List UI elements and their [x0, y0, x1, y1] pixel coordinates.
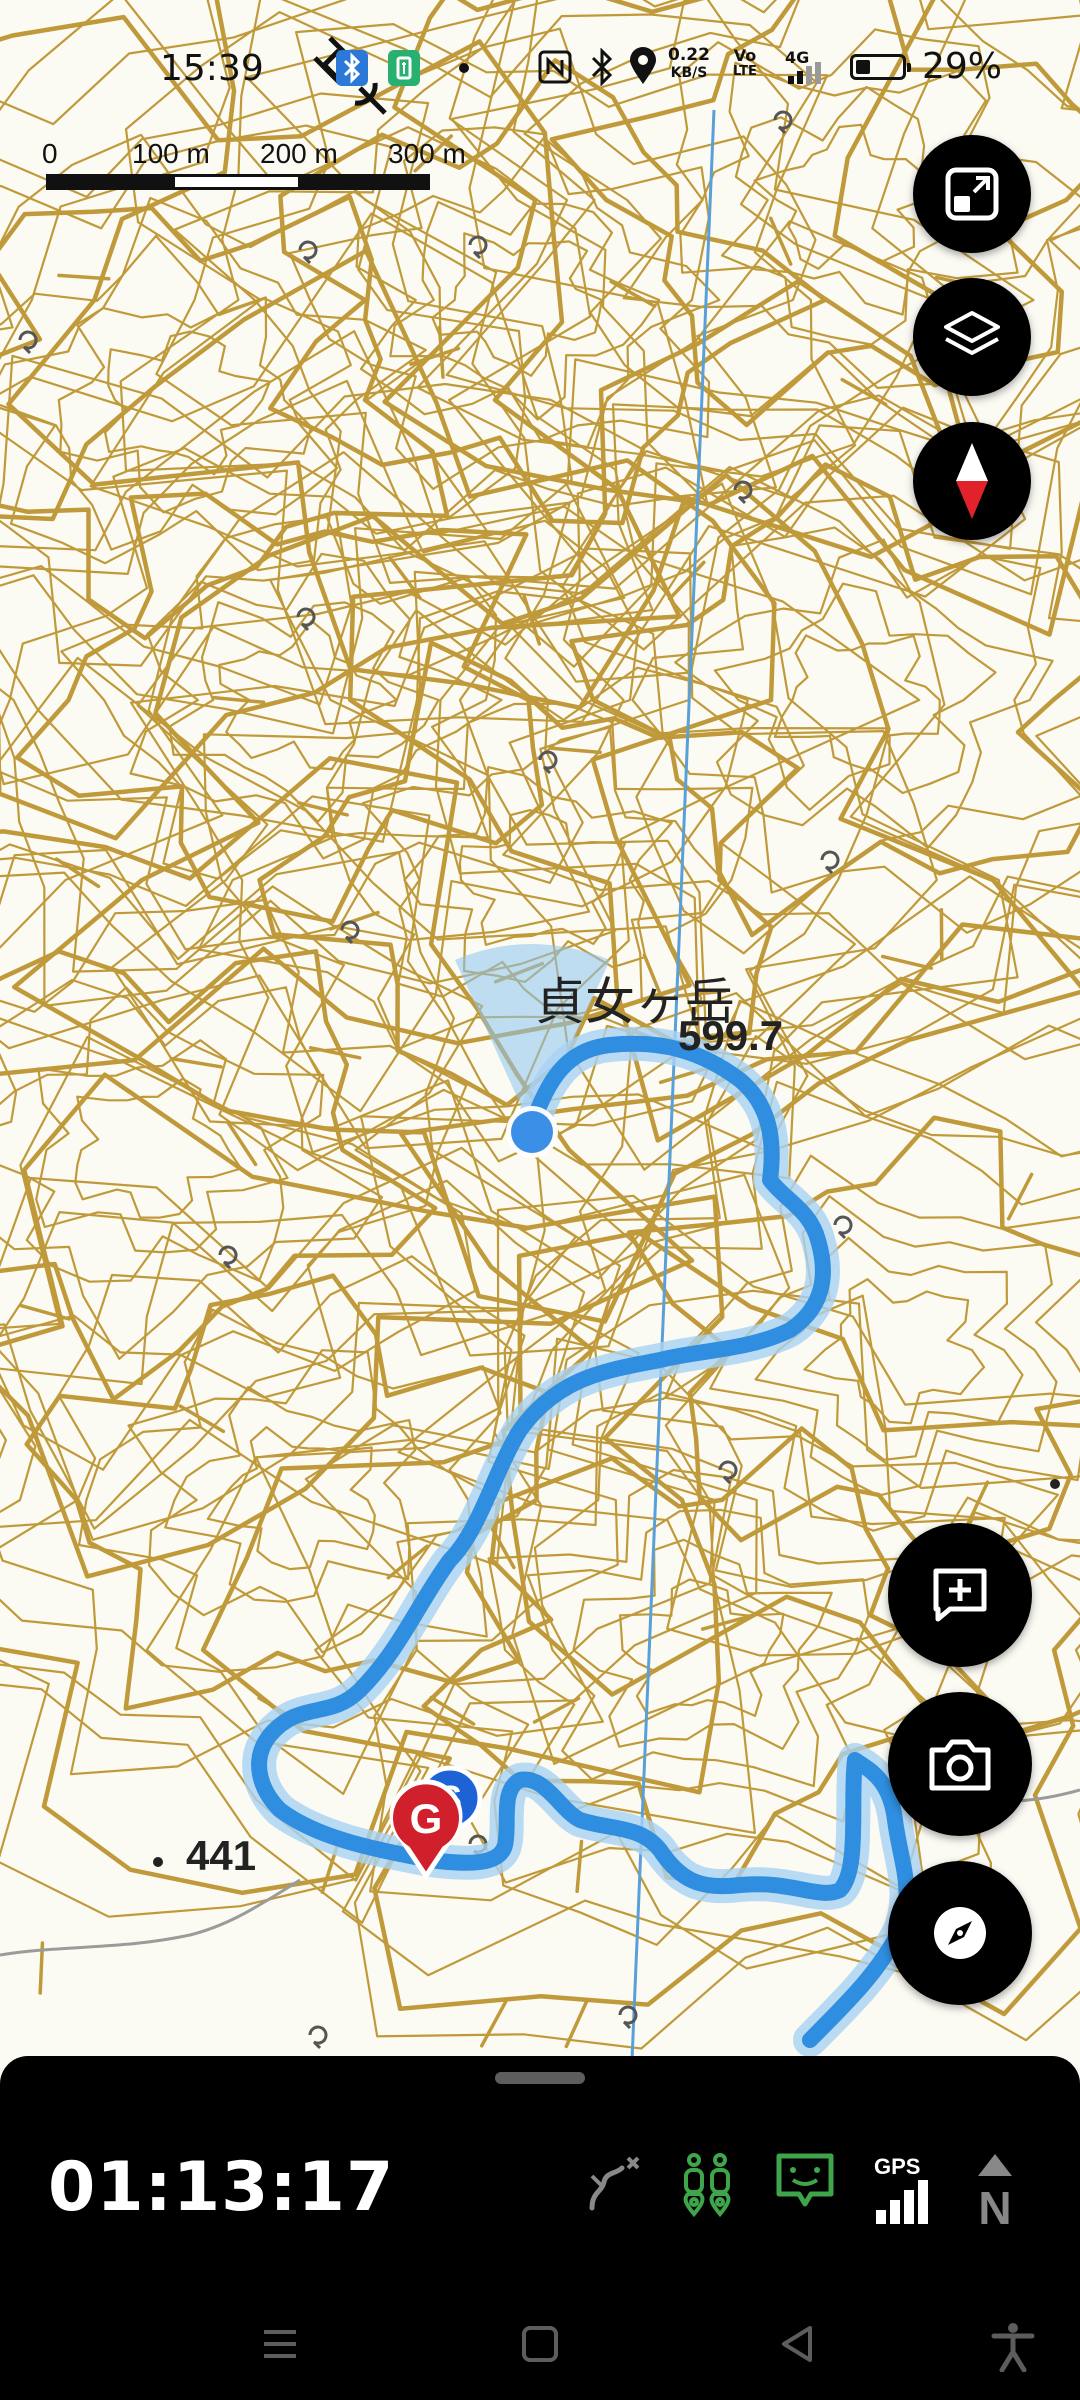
- system-nav-bar: [0, 2312, 1080, 2400]
- recording-panel: 01:13:17 GPS N: [0, 2056, 1080, 2400]
- compass-needle-icon: [956, 443, 988, 519]
- camera-button[interactable]: [888, 1692, 1032, 1836]
- north-label: N: [978, 2182, 1011, 2226]
- drag-handle[interactable]: [495, 2072, 585, 2084]
- battery-percent: 29%: [922, 46, 1003, 87]
- accessibility-icon[interactable]: [990, 2322, 1036, 2372]
- spot-elevation-label: 441: [186, 1832, 257, 1879]
- bluetooth-icon: [591, 48, 613, 86]
- map-dot: [1050, 1479, 1060, 1489]
- nfc-icon: [538, 50, 572, 84]
- scale-segment: [298, 174, 430, 190]
- gps-signal-icon[interactable]: [872, 2180, 930, 2224]
- scale-label-100: 100 m: [132, 138, 210, 169]
- location-icon: [630, 47, 656, 84]
- scale-label-200: 200 m: [260, 138, 338, 169]
- battery-saver-app-icon: [388, 50, 420, 86]
- route-off-icon[interactable]: [582, 2152, 642, 2212]
- svg-text:G: G: [410, 1795, 443, 1842]
- layers-button[interactable]: [913, 278, 1031, 396]
- bluetooth-app-icon: [336, 50, 368, 86]
- message-icon[interactable]: [775, 2152, 835, 2210]
- peak-elevation-label: 599.7: [678, 1012, 784, 1059]
- layers-icon: [944, 311, 1000, 355]
- scale-label-0: 0: [42, 138, 58, 169]
- north-up-icon[interactable]: N: [972, 2154, 1018, 2226]
- fullscreen-toggle-button[interactable]: [913, 135, 1031, 253]
- signal-icon: [788, 62, 821, 84]
- fullscreen-toggle-icon: [945, 167, 999, 221]
- add-note-icon: [933, 1568, 987, 1622]
- gps-label: GPS: [874, 2154, 921, 2179]
- menu-icon[interactable]: [258, 2322, 302, 2366]
- status-bar: 15:39 0.22 KB/S Vo LTE 4G 29%: [0, 0, 1080, 130]
- status-time: 15:39: [160, 48, 264, 89]
- scale-segment: [46, 174, 176, 190]
- notification-dot-icon: [459, 63, 469, 73]
- spot-height-dot: [153, 1857, 163, 1867]
- add-note-button[interactable]: [888, 1523, 1032, 1667]
- hikers-icon[interactable]: [678, 2152, 736, 2218]
- elapsed-time: 01:13:17: [48, 2148, 395, 2227]
- battery-icon: [850, 54, 911, 80]
- camera-icon: [929, 1739, 991, 1791]
- home-icon[interactable]: [518, 2322, 562, 2366]
- back-icon[interactable]: [776, 2322, 820, 2366]
- network-speed-icon: 0.22 KB/S: [668, 45, 710, 81]
- navigate-button[interactable]: [888, 1861, 1032, 2005]
- navigate-icon: [934, 1907, 986, 1959]
- current-location-icon: [506, 1106, 558, 1158]
- scale-label-300: 300 m: [388, 138, 466, 169]
- volte-icon: Vo LTE: [733, 46, 757, 80]
- scale-bar: 0 100 m 200 m 300 m: [42, 138, 466, 198]
- compass-button[interactable]: [913, 422, 1031, 540]
- scale-segment: [172, 174, 302, 190]
